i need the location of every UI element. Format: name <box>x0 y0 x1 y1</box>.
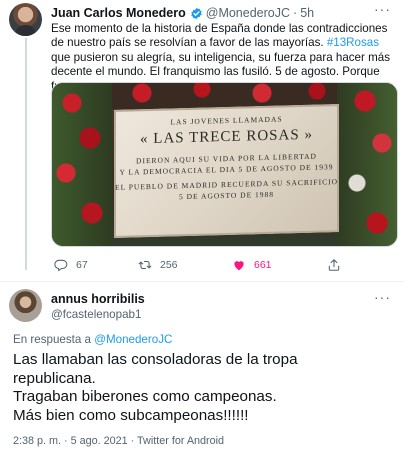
like-count: 661 <box>254 259 272 271</box>
separator-dot: · <box>293 6 298 20</box>
reply-icon <box>54 259 68 272</box>
retweet-count: 256 <box>160 259 178 271</box>
retweet-button[interactable]: 256 <box>138 258 178 272</box>
plaque-line-4: EL PUEBLO DE MADRID RECUERDA SU SACRIFIC… <box>114 176 339 204</box>
heart-icon <box>234 261 244 271</box>
reply-text-line-1: Las llamaban las consoladoras de la trop… <box>13 351 298 368</box>
like-button[interactable]: 661 <box>232 258 272 272</box>
author-name[interactable]: Juan Carlos Monedero <box>51 6 186 20</box>
reply-text: Las llamaban las consoladoras de la trop… <box>13 351 393 425</box>
plaque-line-1: LAS JOVENES LLAMADAS <box>170 114 283 127</box>
reply-count: 67 <box>76 259 88 271</box>
hashtag-link[interactable]: #13Rosas <box>327 36 379 49</box>
tweet-actions: 67 256 661 <box>51 258 351 276</box>
memorial-plaque: LAS JOVENES LLAMADAS « LAS TRECE ROSAS »… <box>114 104 339 238</box>
author-avatar[interactable] <box>9 3 42 36</box>
tweet-photo[interactable]: LAS JOVENES LLAMADAS « LAS TRECE ROSAS »… <box>51 82 398 247</box>
verified-badge-icon <box>191 7 202 19</box>
share-button[interactable] <box>327 258 349 272</box>
reply-timestamp[interactable]: 2:38 p. m. · 5 ago. 2021 · Twitter for A… <box>13 435 224 447</box>
flowers-right <box>337 83 397 246</box>
reply-mention-link[interactable]: @MonederoJC <box>94 333 172 346</box>
reply-prefix: En respuesta a <box>13 333 95 346</box>
reply-author-avatar[interactable] <box>9 289 42 322</box>
tweet-time[interactable]: 5h <box>300 6 314 20</box>
original-tweet[interactable]: Juan Carlos Monedero @MonederoJC · 5h ··… <box>0 0 404 281</box>
tweet-divider <box>0 281 404 282</box>
reply-text-line-3: Tragaban biberones como campeonas. <box>13 388 277 406</box>
reply-text-line-2: republicana. <box>13 369 96 387</box>
more-options-icon[interactable]: ··· <box>374 2 390 18</box>
retweet-icon <box>138 260 152 270</box>
reply-author-name[interactable]: annus horribilis <box>51 292 145 306</box>
share-icon <box>328 259 340 271</box>
plaque-line-3: DIERON AQUI SU VIDA POR LA LIBERTAD Y LA… <box>114 150 339 178</box>
author-handle[interactable]: @MonederoJC <box>206 6 290 20</box>
reply-author-handle[interactable]: @fcastelenopab1 <box>51 308 141 321</box>
plaque-title: « LAS TRECE ROSAS » <box>140 126 313 148</box>
reply-button[interactable]: 67 <box>54 258 88 272</box>
tweet-header: Juan Carlos Monedero @MonederoJC · 5h <box>51 4 314 22</box>
thread-line <box>25 38 27 270</box>
replying-to: En respuesta a @MonederoJC <box>13 333 172 346</box>
more-options-icon[interactable]: ··· <box>374 290 390 306</box>
flowers-left <box>52 83 112 246</box>
reply-text-line-4: Más bien como subcampeonas!!!!!! <box>13 406 249 424</box>
